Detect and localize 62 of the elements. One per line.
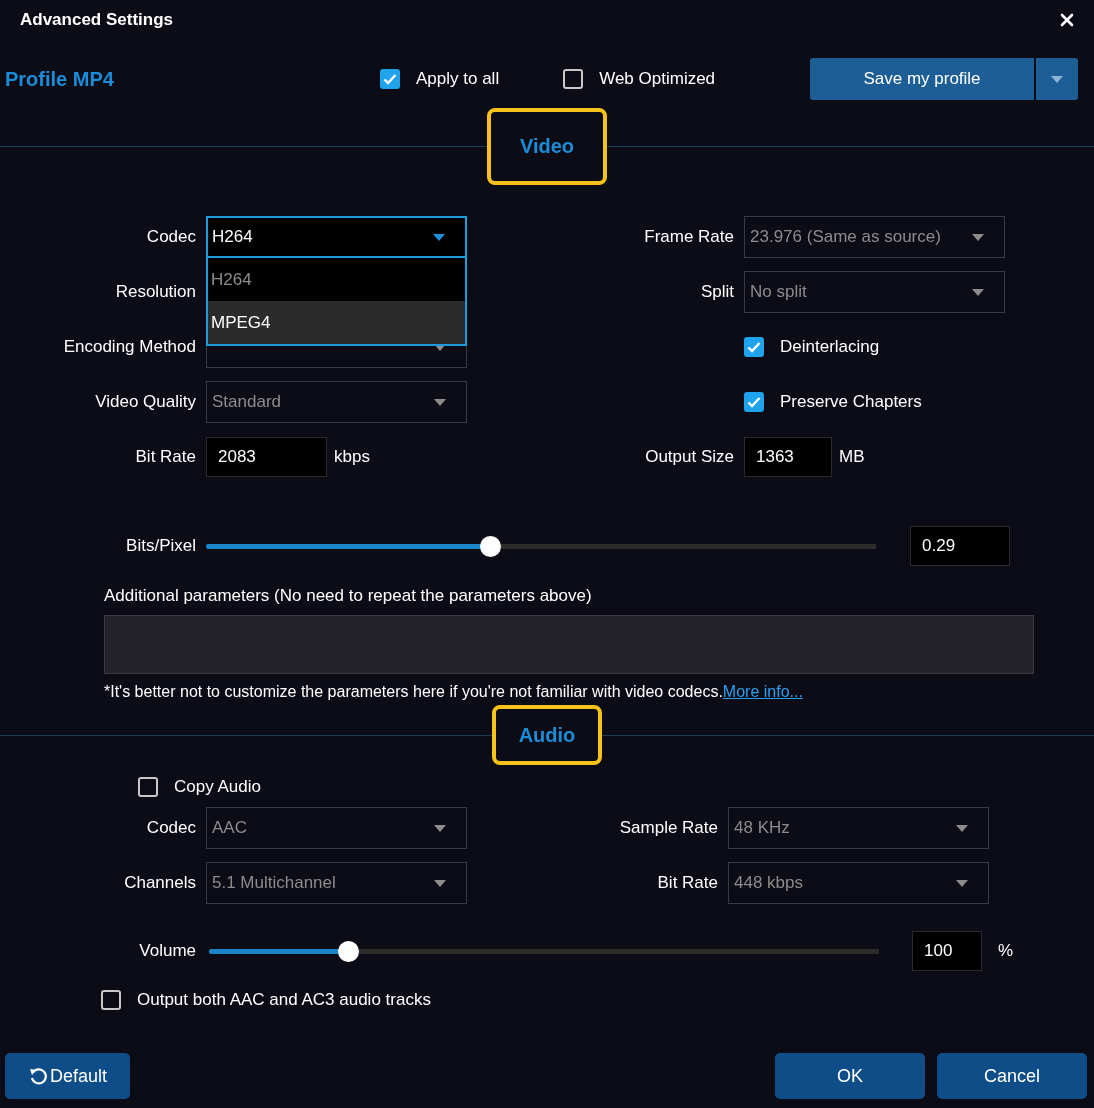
ok-button[interactable]: OK [775, 1053, 925, 1099]
checkbox-label: Output both AAC and AC3 audio tracks [137, 990, 431, 1010]
window-title: Advanced Settings [20, 10, 174, 30]
number-field[interactable]: 1363 [744, 437, 832, 477]
save-profile-button[interactable]: Save my profile [810, 58, 1034, 100]
field-label: Frame Rate [643, 227, 734, 247]
number-field[interactable]: 2083 [206, 437, 327, 477]
checkbox[interactable] [744, 392, 764, 412]
checkbox-label: Apply to all [416, 69, 500, 89]
section-heading: Audio [492, 705, 602, 765]
slider-label: Bits/Pixel [125, 536, 196, 556]
caret-icon [434, 398, 446, 406]
field-label: Sample Rate [618, 818, 718, 838]
slider-thumb[interactable] [337, 940, 359, 962]
caret-icon [434, 879, 446, 887]
more-info-link[interactable]: More info... [722, 683, 803, 700]
checkbox-label: Deinterlacing [780, 337, 880, 357]
section-heading: Video [487, 108, 607, 185]
field-label: Resolution [114, 282, 196, 302]
checkbox-label: Copy Audio [174, 777, 261, 797]
default-button[interactable]: Default [5, 1053, 130, 1099]
checkbox[interactable] [138, 777, 158, 797]
cancel-button[interactable]: Cancel [937, 1053, 1087, 1099]
profile-title: Profile MP4 [5, 67, 115, 91]
dropdown-option[interactable]: MPEG4 [208, 301, 465, 344]
field-label: Codec [145, 818, 196, 838]
field-label: Video Quality [94, 392, 196, 412]
field-label: Encoding Method [62, 337, 196, 357]
caret-icon [433, 233, 445, 241]
value-field[interactable]: 100 [912, 931, 982, 971]
checkbox[interactable] [563, 69, 584, 89]
checkbox-label: Web Optimized [599, 69, 716, 89]
value-field[interactable]: 0.29 [910, 526, 1010, 566]
field-label: Additional parameters (No need to repeat the parameters above) [104, 586, 593, 606]
dropdown-option[interactable]: H264 [208, 258, 465, 301]
field-label: Output Size [644, 447, 734, 467]
caret-icon [972, 288, 984, 296]
parameters-field[interactable] [104, 615, 1034, 674]
field-label: Codec [145, 227, 196, 247]
checkbox[interactable] [101, 990, 121, 1010]
hint-text: *It's better not to customize the parameters here if you're not familiar with video codecs. [104, 683, 723, 700]
caret-icon [434, 824, 446, 832]
slider-thumb[interactable] [479, 535, 501, 557]
dropdown-field[interactable]: H264 [206, 216, 467, 258]
checkbox-label: Preserve Chapters [780, 392, 922, 412]
caret-icon [956, 879, 968, 887]
unit-label: % [998, 941, 1014, 961]
caret-icon [1051, 75, 1063, 83]
checkbox[interactable] [380, 69, 400, 89]
checkbox[interactable] [744, 337, 764, 357]
field-label: Channels [123, 873, 196, 893]
caret-icon [972, 233, 984, 241]
close-icon[interactable] [1060, 13, 1074, 27]
field-label: Bit Rate [134, 447, 196, 467]
unit-label: kbps [334, 447, 370, 467]
field-label: Bit Rate [656, 873, 718, 893]
dropdown-button[interactable] [1036, 58, 1078, 100]
slider-label: Volume [138, 941, 196, 961]
reset-icon [27, 1066, 48, 1086]
unit-label: MB [839, 447, 865, 467]
caret-icon [956, 824, 968, 832]
field-label: Split [699, 282, 734, 302]
